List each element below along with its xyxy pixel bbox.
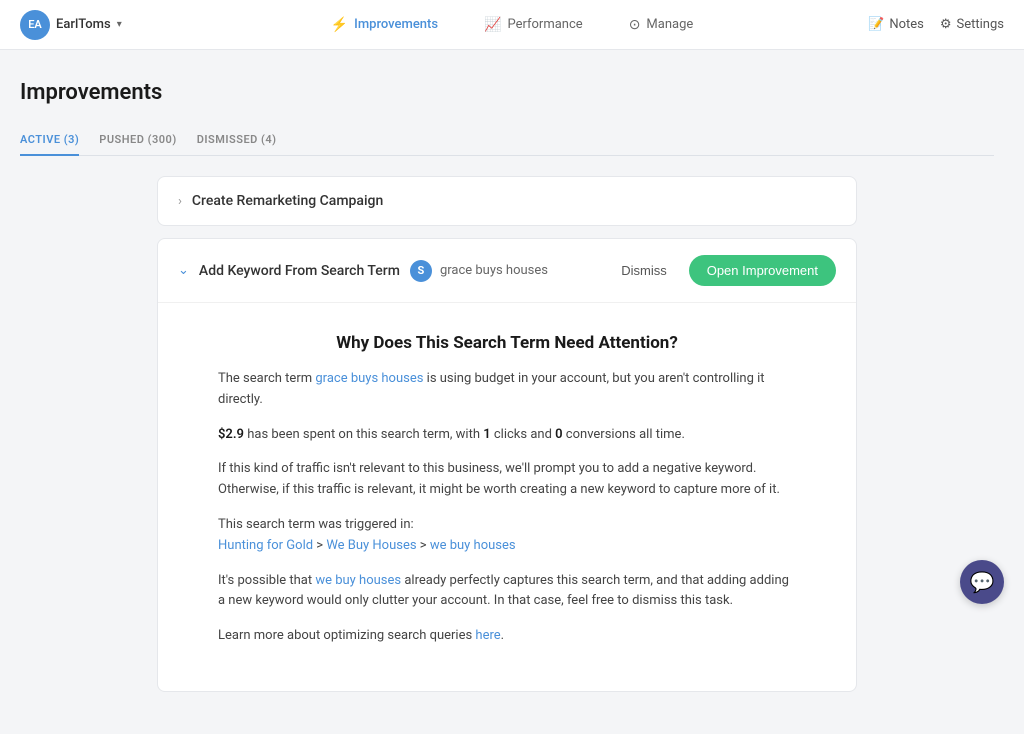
settings-button[interactable]: ⚙ Settings — [940, 17, 1004, 32]
top-navigation: EA EarlToms ▾ ⚡ Improvements 📈 Performan… — [0, 0, 1024, 50]
paragraph-6: Learn more about optimizing search queri… — [218, 626, 796, 647]
p6-before: Learn more about optimizing search queri… — [218, 628, 475, 643]
nav-improvements[interactable]: ⚡ Improvements — [323, 13, 446, 37]
nav-performance-label: Performance — [507, 17, 582, 32]
collapse-icon: ⌄ — [178, 263, 189, 278]
paragraph-4: This search term was triggered in: Hunti… — [218, 515, 796, 557]
search-term-label: grace buys houses — [440, 263, 548, 278]
p2-bold3: 0 — [555, 427, 562, 442]
remarketing-card: › Create Remarketing Campaign — [157, 176, 857, 226]
p2-bold2: 1 — [483, 427, 490, 442]
main-navigation: ⚡ Improvements 📈 Performance ⊙ Manage — [200, 13, 824, 37]
improvements-list: › Create Remarketing Campaign ⌄ Add Keyw… — [157, 176, 857, 692]
p1-before: The search term — [218, 371, 315, 386]
p2-mid1: has been spent on this search term, with — [244, 427, 483, 442]
account-selector[interactable]: EA EarlToms ▾ — [20, 10, 200, 40]
remarketing-card-header[interactable]: › Create Remarketing Campaign — [158, 177, 856, 225]
p6-after: . — [501, 628, 504, 643]
p2-bold1: $2.9 — [218, 427, 244, 442]
p5-link[interactable]: we buy houses — [315, 573, 401, 588]
chat-bubble-button[interactable]: 💬 — [960, 560, 1004, 604]
chevron-down-icon: ▾ — [117, 19, 122, 30]
p6-link[interactable]: here — [475, 628, 500, 643]
settings-label: Settings — [957, 17, 1004, 32]
chat-icon: 💬 — [970, 570, 995, 594]
nav-improvements-label: Improvements — [354, 17, 438, 32]
paragraph-5: It's possible that we buy houses already… — [218, 571, 796, 613]
performance-icon: 📈 — [484, 17, 501, 33]
section-title: Why Does This Search Term Need Attention… — [218, 333, 796, 353]
p4-sep1: > — [313, 538, 326, 553]
nav-manage[interactable]: ⊙ Manage — [621, 13, 702, 37]
p1-link[interactable]: grace buys houses — [315, 371, 423, 386]
account-name: EarlToms — [56, 17, 111, 32]
search-badge: S — [410, 260, 432, 282]
keyword-card-body: Why Does This Search Term Need Attention… — [158, 303, 856, 691]
keyword-card-title: Add Keyword From Search Term — [199, 263, 400, 279]
improvements-icon: ⚡ — [331, 17, 348, 33]
notes-button[interactable]: 📝 Notes — [868, 17, 924, 32]
remarketing-card-title: Create Remarketing Campaign — [192, 193, 383, 209]
settings-icon: ⚙ — [940, 17, 952, 32]
p2-after: conversions all time. — [563, 427, 685, 442]
page-title: Improvements — [20, 80, 994, 105]
topnav-right-actions: 📝 Notes ⚙ Settings — [824, 17, 1004, 32]
dismiss-button[interactable]: Dismiss — [611, 257, 677, 284]
tab-active[interactable]: ACTIVE (3) — [20, 125, 79, 156]
paragraph-3: If this kind of traffic isn't relevant t… — [218, 459, 796, 501]
p4-sep2: > — [417, 538, 430, 553]
open-improvement-button[interactable]: Open Improvement — [689, 255, 836, 286]
p4-before: This search term was triggered in: — [218, 517, 414, 532]
expand-icon: › — [178, 194, 182, 209]
paragraph-2: $2.9 has been spent on this search term,… — [218, 425, 796, 446]
notes-icon: 📝 — [868, 17, 884, 32]
p4-link3[interactable]: we buy houses — [430, 538, 516, 553]
tab-pushed[interactable]: PUSHED (300) — [99, 125, 176, 156]
nav-performance[interactable]: 📈 Performance — [476, 13, 591, 37]
nav-manage-label: Manage — [646, 17, 693, 32]
avatar: EA — [20, 10, 50, 40]
manage-icon: ⊙ — [629, 17, 641, 33]
p2-mid2: clicks and — [491, 427, 556, 442]
page-content: Improvements ACTIVE (3) PUSHED (300) DIS… — [0, 50, 1024, 734]
p4-link2[interactable]: We Buy Houses — [326, 538, 416, 553]
keyword-card-header: ⌄ Add Keyword From Search Term S grace b… — [158, 239, 856, 303]
p4-link1[interactable]: Hunting for Gold — [218, 538, 313, 553]
card-actions: Dismiss Open Improvement — [611, 255, 836, 286]
tab-bar: ACTIVE (3) PUSHED (300) DISMISSED (4) — [20, 125, 994, 156]
tab-dismissed[interactable]: DISMISSED (4) — [197, 125, 277, 156]
paragraph-1: The search term grace buys houses is usi… — [218, 369, 796, 411]
notes-label: Notes — [889, 17, 924, 32]
p5-before: It's possible that — [218, 573, 315, 588]
